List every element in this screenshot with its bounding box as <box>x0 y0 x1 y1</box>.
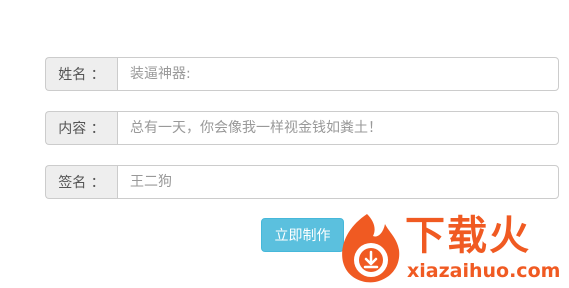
content-input[interactable] <box>117 111 559 145</box>
watermark-domain: xiazaihuo.com <box>407 260 561 282</box>
watermark-logo: 下载火 xiazaihuo.com <box>335 208 569 288</box>
name-input[interactable] <box>117 57 559 91</box>
name-row: 姓名 ： <box>45 57 559 91</box>
content-label: 内容 ： <box>45 111 117 145</box>
make-now-button[interactable]: 立即制作 <box>261 218 344 252</box>
flame-download-icon <box>342 214 400 283</box>
content-row: 内容 ： <box>45 111 559 145</box>
watermark-brand: 下载火 <box>405 213 531 259</box>
signature-label: 签名 ： <box>45 165 117 199</box>
signature-input[interactable] <box>117 165 559 199</box>
signature-row: 签名 ： <box>45 165 559 199</box>
name-label: 姓名 ： <box>45 57 117 91</box>
